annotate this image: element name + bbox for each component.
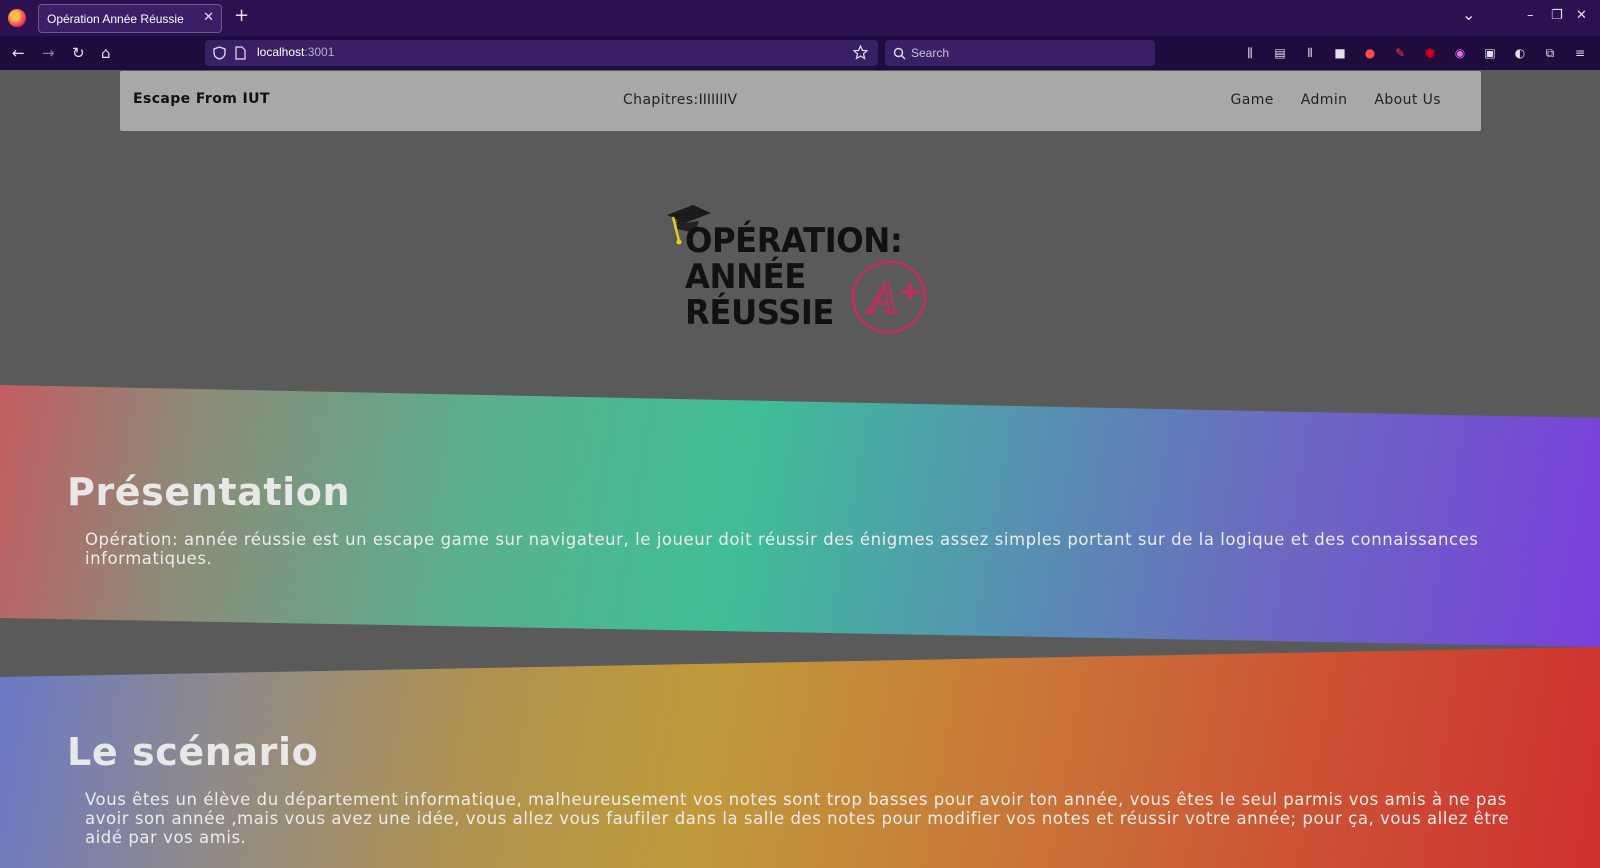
firefox-logo-icon — [8, 9, 26, 27]
operation-annee-reussie-logo: OPÉRATION: ANNÉE RÉUSSIE A⁺ — [665, 203, 927, 338]
scenario-title: Le scénario — [67, 730, 319, 774]
new-tab-button[interactable]: + — [234, 7, 249, 25]
extension-dark-icon[interactable]: ◐ — [1513, 46, 1527, 60]
presentation-band — [0, 385, 1600, 647]
extensions-puzzle-icon[interactable]: ⧉ — [1543, 46, 1557, 60]
library-icon[interactable]: ⫼ — [1243, 46, 1257, 60]
chapter-link-3[interactable]: III — [711, 92, 723, 108]
scenario-text: Vous êtes un élève du département inform… — [85, 790, 1510, 847]
extension-box-icon[interactable]: ▣ — [1483, 46, 1497, 60]
tab-title: Opération Année Réussie — [47, 12, 184, 26]
search-bar[interactable]: Search — [885, 40, 1155, 66]
sidebar-icon[interactable]: ▤ — [1273, 46, 1287, 60]
extension-red-icon[interactable]: ● — [1363, 46, 1377, 60]
synced-tabs-icon[interactable]: ⦀ — [1303, 46, 1317, 60]
close-tab-icon[interactable]: ✕ — [203, 10, 214, 25]
a-plus-grade-text: A⁺ — [865, 274, 922, 323]
shield-icon[interactable] — [213, 46, 226, 60]
a-plus-grade-icon: A⁺ — [851, 260, 927, 334]
minimize-button[interactable]: – — [1527, 9, 1534, 23]
chapters-label: Chapitres: — [623, 92, 699, 108]
menu-icon[interactable]: ≡ — [1573, 46, 1587, 60]
browser-toolbar: ← → ↻ ⌂ localhost:3001 Search ⫼ ▤ ⦀ ■ ● … — [0, 36, 1600, 70]
search-input[interactable]: Search — [911, 46, 949, 60]
url-bar[interactable]: localhost:3001 — [205, 40, 878, 66]
page-icon — [235, 46, 246, 60]
nav-link-game[interactable]: Game — [1231, 92, 1274, 108]
extension-circle-icon[interactable]: ◉ — [1453, 46, 1467, 60]
presentation-title: Présentation — [67, 470, 351, 514]
list-all-tabs-icon[interactable]: ⌄ — [1462, 7, 1475, 23]
browser-tab-bar: Opération Année Réussie ✕ + ⌄ – ❐ ✕ — [0, 0, 1600, 36]
extension-pen-icon[interactable]: ✎ — [1393, 46, 1407, 60]
forward-button[interactable]: → — [42, 45, 55, 61]
nav-link-admin[interactable]: Admin — [1301, 92, 1348, 108]
bookmark-star-icon[interactable] — [853, 45, 868, 60]
url-port: :3001 — [304, 45, 335, 59]
restore-button[interactable]: ❐ — [1551, 9, 1563, 23]
extension-privacy-icon[interactable]: ■ — [1333, 46, 1347, 60]
url-text[interactable]: localhost:3001 — [257, 45, 334, 59]
browser-tab-active[interactable]: Opération Année Réussie ✕ — [38, 4, 222, 33]
chapter-link-2[interactable]: II — [703, 92, 711, 108]
url-host: localhost — [257, 45, 305, 59]
reload-button[interactable]: ↻ — [72, 45, 85, 61]
presentation-text: Opération: année réussie est un escape g… — [85, 530, 1479, 568]
chapters-nav: Chapitres: I II III IV — [623, 92, 737, 108]
search-icon — [893, 47, 906, 60]
close-window-button[interactable]: ✕ — [1576, 9, 1587, 23]
site-links: Game Admin About Us — [1204, 92, 1442, 108]
home-button[interactable]: ⌂ — [101, 45, 111, 61]
nav-link-about-us[interactable]: About Us — [1374, 92, 1441, 108]
site-brand[interactable]: Escape From IUT — [133, 91, 270, 107]
chapter-link-4[interactable]: IV — [723, 92, 737, 108]
site-navbar: Escape From IUT Chapitres: I II III IV G… — [120, 71, 1481, 131]
ublock-icon[interactable]: ⬢ — [1423, 46, 1437, 60]
back-button[interactable]: ← — [12, 45, 25, 61]
logo-line-1: OPÉRATION: — [685, 221, 903, 261]
